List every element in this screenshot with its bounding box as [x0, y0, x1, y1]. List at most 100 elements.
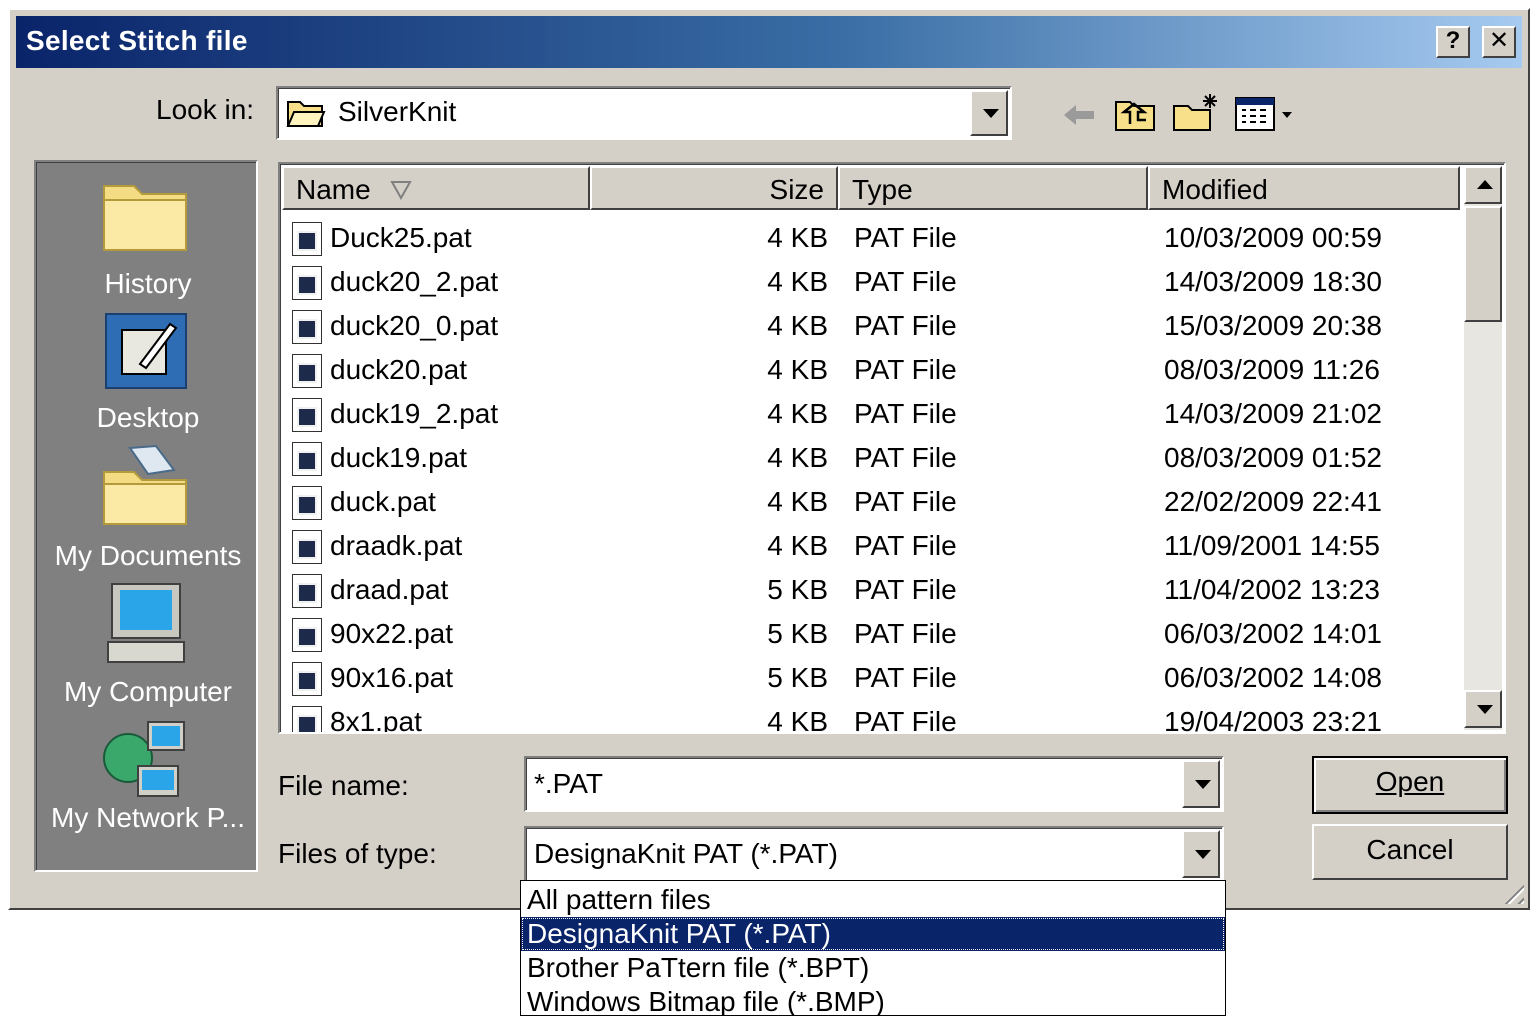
file-name: draadk.pat [330, 530, 463, 561]
pat-file-icon [292, 222, 322, 256]
place-label: Desktop [96, 402, 200, 433]
close-button[interactable]: ✕ [1482, 26, 1516, 58]
column-header-size[interactable]: Size [590, 166, 838, 210]
file-name: 8x1.pat [330, 706, 422, 734]
column-header-type[interactable]: Type [838, 166, 1148, 210]
column-header-name[interactable]: Name [282, 166, 590, 210]
file-size: 4 KB [767, 266, 828, 297]
file-type: PAT File [854, 310, 957, 341]
file-name-input[interactable]: *.PAT [534, 768, 603, 800]
file-name-combo[interactable]: *.PAT [524, 756, 1224, 812]
column-size-label: Size [769, 174, 824, 205]
file-row[interactable]: draad.pat 5 KB PAT File 11/04/2002 13:23 [282, 568, 1460, 612]
files-of-type-dropdown-list[interactable]: All pattern files DesignaKnit PAT (*.PAT… [520, 880, 1226, 1016]
file-row[interactable]: duck20_0.pat 4 KB PAT File 15/03/2009 20:38 [282, 304, 1460, 348]
pat-file-icon [292, 442, 322, 476]
file-modified: 14/03/2009 18:30 [1164, 266, 1382, 297]
pat-file-icon [292, 662, 322, 696]
file-row[interactable]: duck20_2.pat 4 KB PAT File 14/03/2009 18:30 [282, 260, 1460, 304]
my-computer-icon [107, 583, 185, 663]
file-name: 90x16.pat [330, 662, 453, 693]
file-name: duck.pat [330, 486, 436, 517]
file-type: PAT File [854, 266, 957, 297]
scroll-down-button[interactable] [1464, 690, 1502, 728]
cancel-button-label: Cancel [1366, 834, 1454, 865]
place-history[interactable]: History [36, 172, 260, 302]
select-stitch-file-dialog: Select Stitch file ? ✕ Look in: SilverKn… [8, 8, 1530, 910]
pat-file-icon [292, 618, 322, 652]
file-size: 4 KB [767, 310, 828, 341]
file-modified: 11/09/2001 14:55 [1164, 530, 1380, 561]
file-type: PAT File [854, 354, 957, 385]
sort-indicator-icon [390, 181, 412, 200]
help-button[interactable]: ? [1436, 26, 1470, 58]
file-row[interactable]: 8x1.pat 4 KB PAT File 19/04/2003 23:21 [282, 700, 1460, 734]
title-bar[interactable]: Select Stitch file ? ✕ [16, 16, 1522, 68]
new-folder-icon[interactable] [1172, 92, 1220, 134]
file-modified: 08/03/2009 01:52 [1164, 442, 1382, 473]
file-size: 4 KB [767, 486, 828, 517]
file-list[interactable]: Name Size Type Modified Duck25.pat 4 KB PA… [278, 162, 1506, 734]
open-folder-icon [286, 101, 326, 127]
file-modified: 06/03/2002 14:08 [1164, 662, 1382, 693]
back-arrow-icon[interactable] [1060, 98, 1100, 132]
place-my-computer[interactable]: My Computer [36, 580, 260, 710]
place-desktop[interactable]: Desktop [36, 308, 260, 438]
files-of-type-value: DesignaKnit PAT (*.PAT) [534, 838, 838, 869]
file-size: 5 KB [767, 662, 828, 693]
file-modified: 14/03/2009 21:02 [1164, 398, 1382, 429]
place-my-network[interactable]: My Network P... [36, 718, 260, 848]
file-size: 4 KB [767, 530, 828, 561]
file-name: duck19_2.pat [330, 398, 499, 429]
file-row[interactable]: duck20.pat 4 KB PAT File 08/03/2009 11:26 [282, 348, 1460, 392]
file-name-dropdown-arrow[interactable] [1182, 760, 1220, 808]
file-row[interactable]: Duck25.pat 4 KB PAT File 10/03/2009 00:59 [282, 216, 1460, 260]
file-row[interactable]: duck19.pat 4 KB PAT File 08/03/2009 01:52 [282, 436, 1460, 480]
column-type-label: Type [852, 174, 913, 205]
column-name-label: Name [296, 174, 371, 205]
view-menu-icon[interactable] [1234, 94, 1296, 134]
resize-grip[interactable] [1498, 878, 1524, 904]
open-button-label: Open [1375, 766, 1445, 797]
file-size: 5 KB [767, 618, 828, 649]
file-type: PAT File [854, 706, 957, 734]
scroll-up-button[interactable] [1464, 166, 1502, 204]
place-label: My Computer [63, 676, 233, 707]
pat-file-icon [292, 486, 322, 520]
file-type-option-designaknit[interactable]: DesignaKnit PAT (*.PAT) [521, 917, 1225, 951]
file-row[interactable]: duck.pat 4 KB PAT File 22/02/2009 22:41 [282, 480, 1460, 524]
file-name: duck19.pat [330, 442, 467, 473]
place-label: My Documents [54, 540, 242, 571]
scroll-thumb[interactable] [1464, 206, 1502, 322]
column-header-modified[interactable]: Modified [1148, 166, 1460, 210]
file-type: PAT File [854, 398, 957, 429]
look-in-dropdown-arrow[interactable] [970, 90, 1008, 136]
pat-file-icon [292, 530, 322, 564]
pat-file-icon [292, 266, 322, 300]
files-of-type-combo[interactable]: DesignaKnit PAT (*.PAT) [524, 826, 1224, 882]
file-modified: 06/03/2002 14:01 [1164, 618, 1382, 649]
history-folder-icon [103, 185, 187, 251]
file-row[interactable]: 90x22.pat 5 KB PAT File 06/03/2002 14:01 [282, 612, 1460, 656]
look-in-combo[interactable]: SilverKnit [276, 86, 1012, 140]
open-button[interactable]: Open [1312, 756, 1508, 814]
file-type: PAT File [854, 486, 957, 517]
pat-file-icon [292, 398, 322, 432]
file-type: PAT File [854, 574, 957, 605]
place-my-documents[interactable]: My Documents [36, 444, 260, 574]
vertical-scrollbar[interactable] [1464, 166, 1502, 730]
file-row[interactable]: duck19_2.pat 4 KB PAT File 14/03/2009 21:02 [282, 392, 1460, 436]
file-type-option-bpt[interactable]: Brother PaTtern file (*.BPT) [521, 951, 1225, 985]
pat-file-icon [292, 310, 322, 344]
file-size: 5 KB [767, 574, 828, 605]
file-type: PAT File [854, 618, 957, 649]
file-type-option-all[interactable]: All pattern files [521, 883, 1225, 917]
places-bar: History Desktop My Documents My Computer… [34, 160, 258, 872]
cancel-button[interactable]: Cancel [1312, 824, 1508, 880]
file-row[interactable]: draadk.pat 4 KB PAT File 11/09/2001 14:55 [282, 524, 1460, 568]
file-row[interactable]: 90x16.pat 5 KB PAT File 06/03/2002 14:08 [282, 656, 1460, 700]
files-of-type-dropdown-arrow[interactable] [1182, 830, 1220, 878]
file-type-option-bmp[interactable]: Windows Bitmap file (*.BMP) [521, 985, 1225, 1015]
desktop-icon [105, 313, 187, 389]
up-one-level-icon[interactable] [1114, 94, 1158, 134]
